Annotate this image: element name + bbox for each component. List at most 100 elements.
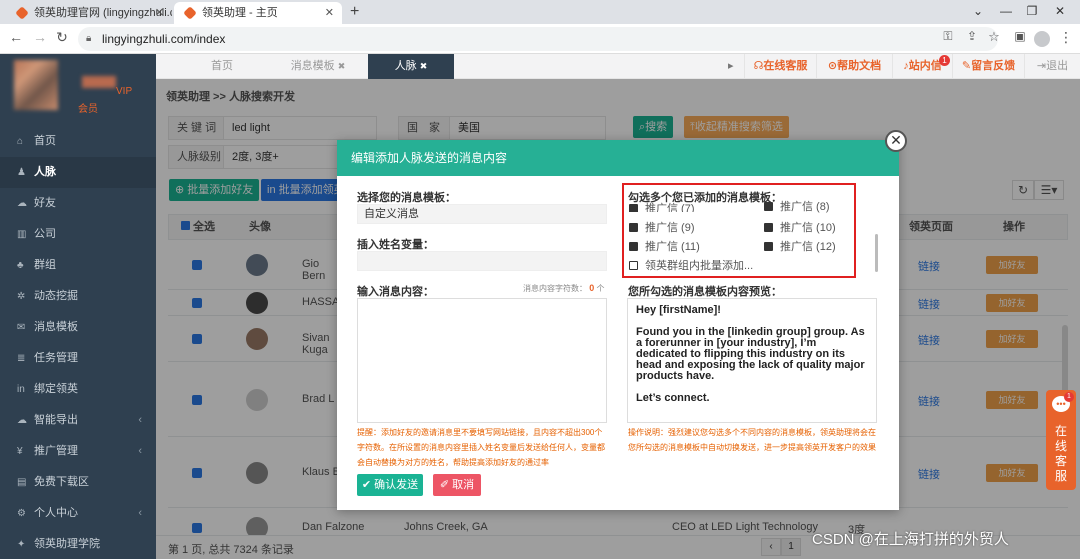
message-edit-modal: 编辑添加人脉发送的消息内容 选择您的消息模板： 自定义消息 插入姓名变量： 输入… (337, 140, 899, 510)
char-count: 消息内容字符数： 0 个 (523, 283, 605, 293)
sidebar-item-8[interactable]: in 绑定领英 (0, 374, 156, 405)
maximize-icon[interactable]: ❐ (1022, 4, 1042, 18)
group-template-option[interactable]: 领英群组内批量添加... (629, 257, 753, 273)
cancel-button[interactable]: ✐ 取消 (433, 474, 481, 496)
sidebar-item-label: 任务管理 (34, 352, 78, 364)
logout-link[interactable]: ⇥退出 (1024, 54, 1080, 79)
member-label: 会员 (78, 104, 98, 115)
name-var-label: 插入姓名变量： (357, 239, 434, 251)
sidebar-item-label: 群组 (34, 259, 56, 271)
left-tip-text: 提醒：添加好友的邀请消息里不要填写网站链接，且内容不超出300个字符数。在所设置… (357, 428, 605, 467)
confirm-send-button[interactable]: ✔ 确认发送 (357, 474, 423, 496)
browser-tab-bar: 领英助理官网 (lingyingzhuli.co ✕ 领英助理 - 主页 ✕ +… (0, 0, 1080, 24)
sidebar-item-5[interactable]: ✲ 动态挖掘 (0, 281, 156, 312)
template-option-11[interactable]: 推广信 (11) (629, 238, 700, 254)
template-option-12[interactable]: 推广信 (12) (764, 238, 836, 254)
close-tab-icon[interactable]: ✖ (420, 61, 428, 71)
sidebar-profile: VIP 会员 (0, 54, 156, 124)
name-var-select[interactable] (357, 251, 607, 271)
share-icon[interactable]: ⇪ (962, 29, 982, 43)
tab-connections[interactable]: 人脉 ✖ (368, 54, 454, 79)
tabs-scroll-right-icon[interactable]: ▸ (728, 54, 744, 79)
online-chat-float[interactable]: ••• 1 在线客服 (1046, 390, 1076, 490)
sidebar-item-3[interactable]: ▥ 公司 (0, 219, 156, 250)
headset-icon: ☊ (753, 60, 764, 72)
sidebar-item-13[interactable]: ✦ 领英助理学院 (0, 529, 156, 560)
watermark: CSDN @在上海打拼的外贸人 (812, 531, 1009, 548)
tab-title: 领英助理 - 主页 (202, 7, 278, 19)
browser-tab-2[interactable]: 领英助理 - 主页 ✕ (174, 2, 342, 24)
avatar (14, 60, 58, 110)
minimize-icon[interactable]: — (996, 4, 1016, 18)
modal-close-icon[interactable]: ✕ (885, 130, 907, 152)
gear-icon: ✲ (17, 291, 26, 302)
bookmark-star-icon[interactable]: ☆ (984, 29, 1004, 45)
template-preview: Hey [firstName]! Found you in the [linke… (627, 298, 877, 423)
sidebar-item-label: 首页 (34, 135, 56, 147)
file-icon: ▤ (17, 477, 27, 488)
vip-badge: VIP (116, 86, 133, 97)
browser-tab-1[interactable]: 领英助理官网 (lingyingzhuli.co ✕ (6, 2, 172, 24)
cloud-icon: ☁ (17, 415, 27, 426)
logout-icon: ⇥ (1036, 60, 1047, 72)
address-bar: ← → ↻ 🔒︎ lingyingzhuli.com/index ⚿ ⇪ ☆ ▣… (0, 24, 1080, 54)
site-favicon-icon (15, 6, 29, 20)
window-close-icon[interactable]: ✕ (1050, 4, 1070, 18)
template-option-7[interactable]: 推广信 (7) (629, 200, 695, 212)
template-select[interactable]: 自定义消息 (357, 204, 607, 224)
eraser-icon: ✐ (439, 479, 450, 491)
browser-menu-icon[interactable]: ⋮ (1056, 29, 1076, 46)
url-text: lingyingzhuli.com/index (102, 32, 226, 46)
sidebar-item-9[interactable]: ☁ 智能导出 ‹ (0, 405, 156, 436)
template-list-scrollbar[interactable] (875, 234, 878, 272)
help-docs-link[interactable]: ⊙帮助文档 (816, 54, 892, 79)
close-tab-icon[interactable]: ✕ (155, 2, 164, 24)
cog-icon: ⚙ (17, 508, 26, 519)
forward-icon[interactable]: → (30, 29, 50, 45)
sidebar-item-12[interactable]: ⚙ 个人中心 ‹ (0, 498, 156, 529)
sidebar-item-0[interactable]: ⌂ 首页 (0, 126, 156, 157)
sidebar-item-label: 免费下载区 (34, 476, 89, 488)
online-service-link[interactable]: ☊在线客服 (744, 54, 816, 79)
sidebar-item-1[interactable]: ♟ 人脉 (0, 157, 156, 188)
new-tab-icon[interactable]: + (350, 3, 359, 21)
users-icon: ♟ (17, 167, 26, 178)
tab-search-icon[interactable]: ⌄ (968, 4, 988, 18)
sidepanel-icon[interactable]: ▣ (1010, 29, 1030, 43)
list-icon: ≣ (17, 353, 26, 364)
page-scrollbar[interactable] (1062, 325, 1068, 397)
content-label: 输入消息内容： (357, 286, 434, 298)
sidebar-item-7[interactable]: ≣ 任务管理 (0, 343, 156, 374)
template-label: 选择您的消息模板： (357, 192, 456, 204)
key-icon[interactable]: ⚿ (938, 29, 958, 44)
message-content-textarea[interactable] (357, 298, 607, 423)
sidebar-item-6[interactable]: ✉ 消息模板 (0, 312, 156, 343)
sidebar-item-2[interactable]: ☁ 好友 (0, 188, 156, 219)
sidebar-item-label: 个人中心 (34, 507, 78, 519)
sidebar-item-10[interactable]: ¥ 推广管理 ‹ (0, 436, 156, 467)
chevron-left-icon: ‹ (138, 445, 142, 457)
feedback-link[interactable]: ✎留言反馈 (952, 54, 1024, 79)
sidebar-item-label: 绑定领英 (34, 383, 78, 395)
star-icon: ✦ (17, 539, 26, 550)
url-field[interactable]: 🔒︎ lingyingzhuli.com/index (78, 27, 998, 51)
lock-icon: 🔒︎ (86, 33, 92, 44)
building-icon: ▥ (17, 229, 27, 240)
template-option-10[interactable]: 推广信 (10) (764, 219, 836, 235)
chat-label: 在线客服 (1054, 424, 1067, 483)
tab-message-template[interactable]: 消息模板 ✖ (270, 54, 366, 79)
chevron-left-icon: ‹ (138, 414, 142, 426)
inbox-link[interactable]: ♪站内信 1 (892, 54, 952, 79)
edit-icon: ✎ (961, 60, 972, 72)
close-tab-icon[interactable]: ✕ (325, 2, 334, 24)
back-icon[interactable]: ← (6, 29, 26, 45)
sidebar-item-4[interactable]: ♣ 群组 (0, 250, 156, 281)
template-option-8[interactable]: 推广信 (8) (764, 200, 830, 213)
tab-home[interactable]: 首页 (174, 54, 270, 79)
modal-title: 编辑添加人脉发送的消息内容 (337, 140, 899, 176)
sidebar-item-11[interactable]: ▤ 免费下载区 (0, 467, 156, 498)
profile-avatar[interactable] (1034, 31, 1050, 47)
close-tab-icon[interactable]: ✖ (338, 61, 346, 71)
template-option-9[interactable]: 推广信 (9) (629, 219, 695, 235)
reload-icon[interactable]: ↻ (52, 29, 72, 46)
